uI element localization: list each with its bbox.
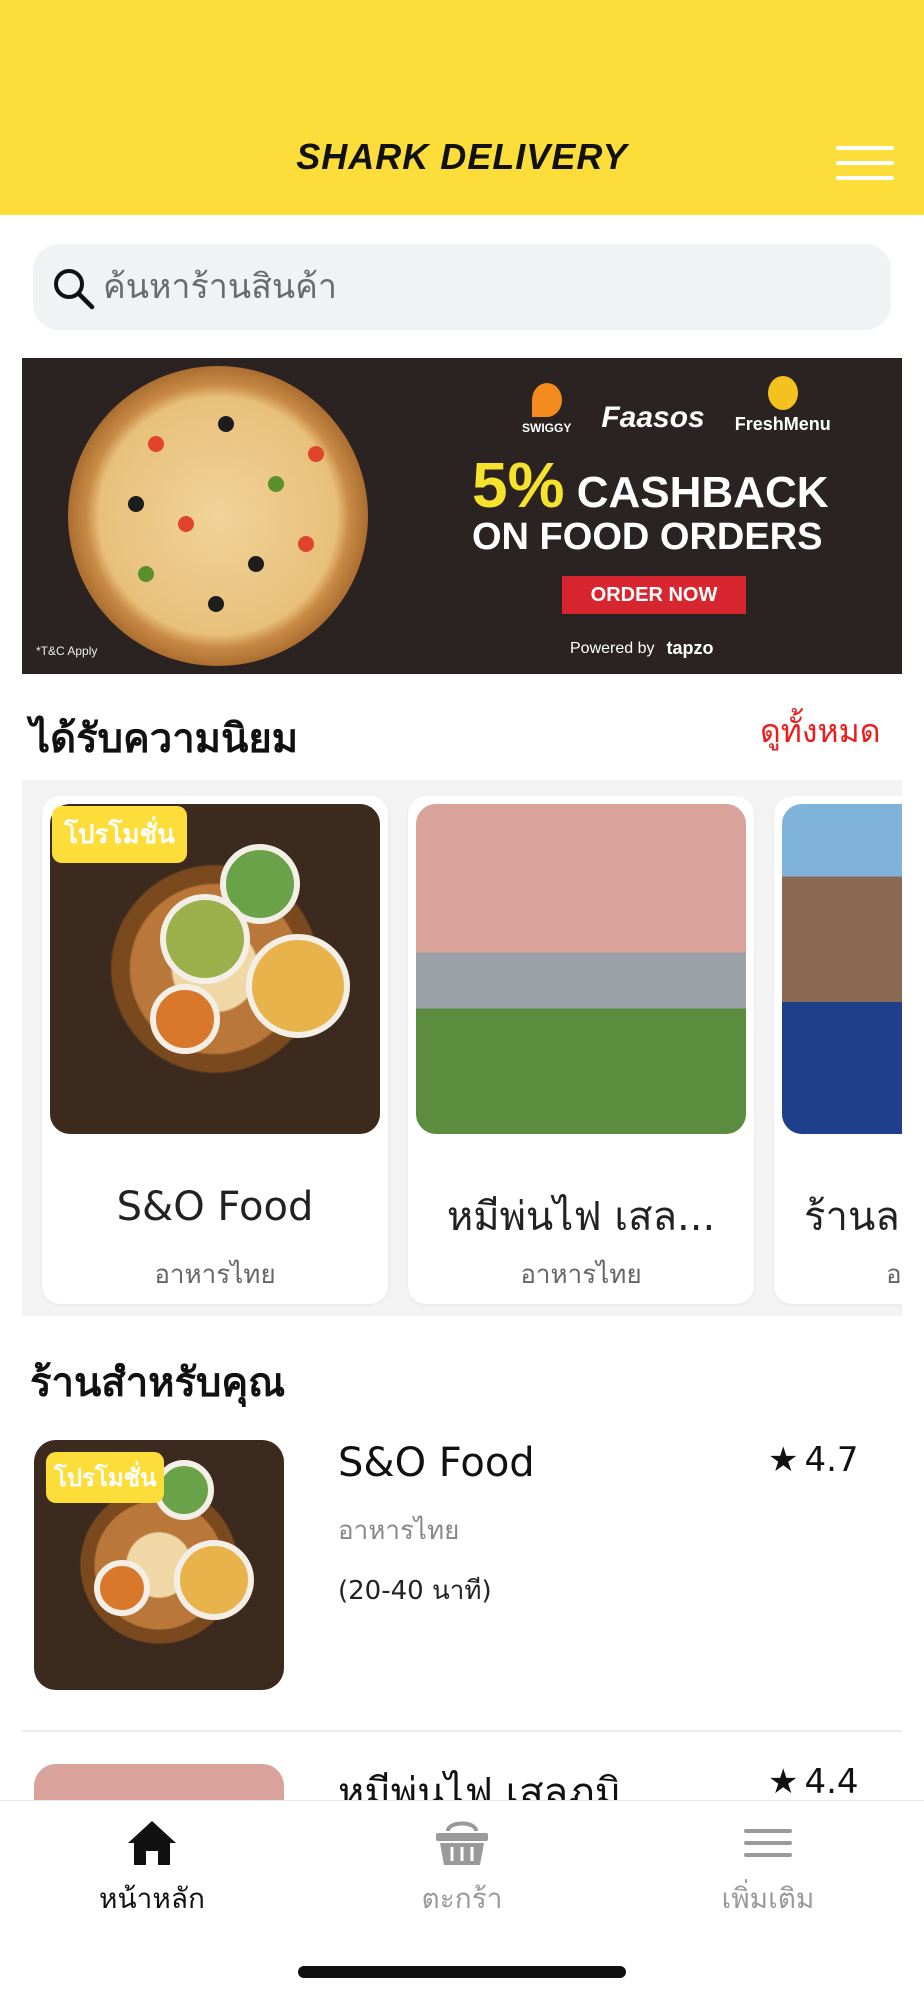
restaurant-image <box>416 804 746 1134</box>
star-icon: ★ <box>768 1440 799 1480</box>
restaurant-card[interactable]: หมีพ่นไฟ เสล... อาหารไทย <box>408 796 754 1304</box>
rating-value: 4.7 <box>804 1440 859 1480</box>
cashback-subline: ON FOOD ORDERS <box>472 516 823 558</box>
pizza-image <box>68 366 368 666</box>
faasos-logo: Faasos <box>601 401 705 434</box>
tab-label: เพิ่มเติม <box>721 1882 815 1915</box>
restaurant-category: อ <box>886 1260 902 1290</box>
rating-value: 4.4 <box>804 1762 859 1802</box>
basket-icon <box>436 1821 488 1865</box>
terms-text: *T&C Apply <box>36 644 98 658</box>
restaurant-name: S&O Food <box>338 1440 535 1486</box>
search-icon <box>54 269 95 310</box>
partner-logos: SWIGGY Faasos FreshMenu <box>522 376 831 435</box>
freshmenu-logo: FreshMenu <box>735 376 831 435</box>
home-icon <box>128 1821 176 1865</box>
promo-banner[interactable]: SWIGGY Faasos FreshMenu 5% CASHBACK ON F… <box>22 358 902 674</box>
restaurant-name: หมีพ่นไฟ เสลภูมิ <box>338 1770 621 1802</box>
promo-badge: โปรโมชั่น <box>52 806 187 863</box>
restaurant-category: อาหารไทย <box>154 1260 276 1290</box>
order-now-button[interactable]: ORDER NOW <box>562 576 746 614</box>
home-indicator[interactable] <box>298 1966 626 1978</box>
tab-label: หน้าหลัก <box>99 1882 205 1915</box>
promo-badge: โปรโมชั่น <box>46 1452 165 1503</box>
menu-icon <box>744 1829 792 1857</box>
restaurant-list-item[interactable]: โปรโมชั่น S&O Food อาหารไทย (20-40 นาที)… <box>22 1440 902 1700</box>
restaurant-card[interactable]: โปรโมชั่น S&O Food อาหารไทย <box>42 796 388 1304</box>
for-you-section-title: ร้านสำหรับคุณ <box>30 1360 286 1406</box>
restaurant-name: หมีพ่นไฟ เสล... <box>446 1194 716 1240</box>
search-bar[interactable] <box>33 244 891 330</box>
popular-section-title: ได้รับความนิยม <box>30 716 299 762</box>
app-header: SHARK DELIVERY <box>0 0 924 215</box>
rating: ★ 4.4 <box>768 1762 859 1802</box>
tab-home[interactable]: หน้าหลัก <box>52 1817 252 1921</box>
tab-label: ตะกร้า <box>421 1882 503 1915</box>
hamburger-menu-icon[interactable] <box>836 146 894 182</box>
restaurant-card[interactable]: ร้านล อ <box>774 796 902 1304</box>
tab-cart[interactable]: ตะกร้า <box>362 1817 562 1921</box>
rating: ★ 4.7 <box>768 1440 859 1480</box>
cashback-headline: 5% CASHBACK <box>472 449 829 521</box>
swiggy-logo: SWIGGY <box>522 383 571 435</box>
restaurant-category: อาหารไทย <box>338 1516 460 1546</box>
restaurant-image <box>782 804 902 1134</box>
restaurant-image <box>34 1764 284 1802</box>
search-input[interactable] <box>103 244 863 330</box>
powered-by: Powered by tapzo <box>570 638 714 658</box>
restaurant-category: อาหารไทย <box>520 1260 642 1290</box>
star-icon: ★ <box>768 1762 799 1802</box>
tapzo-logo: tapzo <box>666 638 714 658</box>
restaurant-name: S&O Food <box>116 1184 314 1230</box>
tab-more[interactable]: เพิ่มเติม <box>668 1817 868 1921</box>
brand-logo: SHARK DELIVERY <box>296 136 628 177</box>
popular-carousel[interactable]: โปรโมชั่น S&O Food อาหารไทย หมีพ่นไฟ เสล… <box>22 780 902 1316</box>
delivery-time: (20-40 นาที) <box>338 1576 492 1606</box>
restaurant-list-item[interactable]: หมีพ่นไฟ เสลภูมิ ★ 4.4 <box>22 1762 902 1802</box>
restaurant-name: ร้านล <box>804 1194 900 1240</box>
see-all-link[interactable]: ดูทั้งหมด <box>760 706 880 757</box>
list-divider <box>22 1730 902 1732</box>
